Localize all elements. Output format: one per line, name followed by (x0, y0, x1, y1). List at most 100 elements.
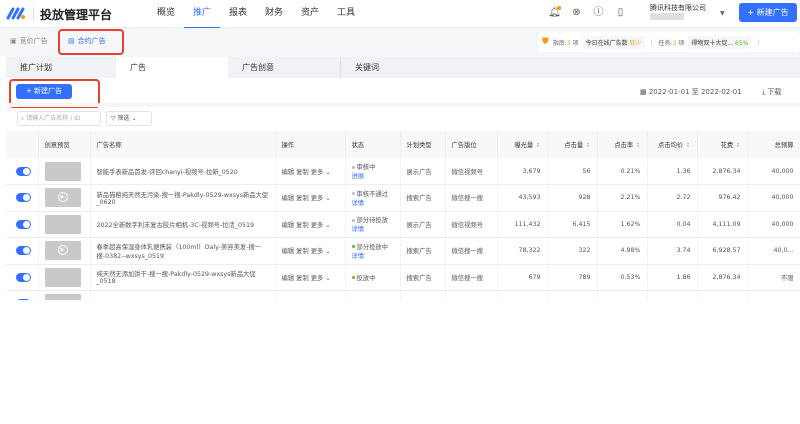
budget: 40,0... (747, 237, 800, 265)
creative-thumbnail[interactable]: ▶ (44, 188, 81, 208)
nav-tools[interactable]: 工具 (328, 0, 364, 29)
sort-icon[interactable]: ⇕ (583, 142, 590, 149)
more-dropdown[interactable]: 更多 ⌄ (311, 169, 331, 176)
sort-icon[interactable]: ⇕ (533, 142, 540, 149)
column-header: 计划类型 (400, 131, 446, 158)
sort-icon[interactable]: ⇕ (633, 142, 640, 149)
status-text: 审核不通过 (356, 190, 388, 198)
column-header: 广告版位 (445, 131, 498, 158)
tab-creatives[interactable]: 广告创意 (228, 57, 341, 78)
table-row: ▶ 春季超高保湿身体乳便携装（100ml）Oaly-美容美发-搜一搜-0382-… (6, 237, 800, 265)
promo-chip[interactable]: 得物双十大促... 65% (688, 35, 752, 49)
more-icon[interactable]: ⋮ (649, 39, 655, 46)
nav-reports[interactable]: 报表 (220, 0, 256, 29)
more-dropdown[interactable]: 更多 ⌄ (311, 222, 331, 229)
online-ads-chip[interactable]: 今日在线广告数 较少 (582, 35, 645, 49)
enable-toggle[interactable] (16, 166, 31, 176)
more-dropdown[interactable]: 更多 ⌄ (311, 248, 331, 255)
date-range-picker[interactable]: ▦ 2022-01-01 至 2022-02-01 (640, 87, 742, 97)
nav-promotion[interactable]: 推广 (184, 0, 220, 29)
exposure: 43,593 (497, 184, 548, 212)
main-nav: 概览 推广 报表 财务 资产 工具 (148, 0, 364, 29)
enable-toggle[interactable] (16, 193, 31, 203)
copy-link[interactable]: 复制 (296, 195, 309, 202)
cpc: 1.86 (647, 264, 698, 291)
status-link[interactable]: 详情 (352, 200, 365, 207)
cpc: 2.72 (647, 184, 698, 212)
chart-icon: ▣ (10, 37, 17, 45)
more-dropdown[interactable]: 更多 ⌄ (311, 195, 331, 202)
logo-icon (6, 7, 25, 20)
task-tip[interactable]: 任务:3 项 (659, 38, 685, 47)
tab-keywords[interactable]: 关键词 (341, 57, 451, 78)
ad-position: 微信搜一搜 (445, 184, 498, 212)
ad-name[interactable]: 2022全新数字利末复古胶片相机-3C-视频号-拉活_0519 (90, 211, 276, 238)
column-header[interactable]: 点击量 ⇕ (547, 131, 598, 158)
exposure: 679 (497, 264, 548, 291)
header-new-ad-button[interactable]: + 新建广告 (739, 3, 797, 22)
ctr: 1.62% (597, 211, 648, 238)
ad-name[interactable]: 春季超高保湿身体乳便携装（100ml）Oaly-美容美发-搜一搜-0382--w… (90, 237, 276, 265)
divider (33, 7, 34, 20)
sort-icon[interactable]: ⇕ (683, 142, 690, 149)
clicks: 56 (547, 158, 598, 185)
status-dot (351, 276, 355, 280)
nav-finance[interactable]: 财务 (256, 0, 292, 29)
enable-toggle[interactable] (16, 219, 31, 229)
download-button[interactable]: ⤓ 下载 (762, 87, 781, 97)
guide-tip[interactable]: 指南:3 项 (553, 38, 579, 47)
phone-icon[interactable]: ▯ (614, 6, 627, 19)
ad-name[interactable]: 新品猫粮纯天然无污染-搜一搜-Pakdly-0529-wxsys新品大促_062… (90, 184, 276, 212)
edit-link[interactable]: 编辑 (282, 195, 295, 202)
creative-thumbnail[interactable] (44, 214, 81, 234)
creative-thumbnail[interactable]: ▶ (44, 241, 81, 261)
chevron-down-icon[interactable]: ▼ (720, 10, 725, 17)
column-header[interactable]: 点击均价 ⇕ (647, 131, 698, 158)
status-dot (351, 192, 355, 196)
calendar-icon: ▦ (640, 88, 649, 96)
copy-link[interactable]: 复制 (296, 169, 309, 176)
ad-name[interactable]: 智能手表新品首发-评回chanyi-视频号-拉新_0520 (90, 158, 276, 185)
edit-link[interactable]: 编辑 (282, 169, 295, 176)
bell-icon[interactable]: 🔔︎ (548, 6, 561, 19)
enable-toggle[interactable] (16, 272, 31, 282)
copy-link[interactable]: 复制 (296, 248, 309, 255)
column-header[interactable]: 曝光量 ⇕ (497, 131, 548, 158)
copy-link[interactable]: 复制 (296, 222, 309, 229)
status-link[interactable]: 进展 (352, 173, 365, 180)
sort-icon[interactable]: ⇕ (733, 142, 740, 149)
tab-plans[interactable]: 推广计划 (6, 57, 116, 78)
copy-link[interactable]: 复制 (296, 275, 309, 282)
column-header: 总预算 (747, 131, 800, 158)
company-name[interactable]: 腾讯科技有限公司 (650, 3, 706, 13)
filter-button[interactable]: ▽ 筛选 ⌄ (106, 111, 152, 126)
column-header[interactable]: 花费 ⇕ (697, 131, 748, 158)
nav-assets[interactable]: 资产 (292, 0, 328, 29)
help-icon[interactable]: ⓘ (592, 6, 605, 19)
spend: 2,876.34 (697, 158, 748, 185)
ad-name[interactable]: 纯天然无添加饼干-搜一搜-Pakdly-0529-wxsys新品大促_0518 (90, 264, 276, 291)
status-link[interactable]: 详情 (352, 226, 365, 233)
budget: 40,000 (747, 158, 800, 185)
app-title: 投放管理平台 (40, 8, 113, 22)
yen-icon[interactable]: ⊗ (570, 6, 583, 19)
table-header: 创意预览 广告名称 操作 状态 计划类型 广告版位 曝光量 ⇕ 点击量 ⇕ 点击率 ⇕ 点击均价 … (6, 131, 800, 158)
status-link[interactable]: 详情 (352, 253, 365, 260)
nav-overview[interactable]: 概览 (148, 0, 184, 29)
ad-position: 微信视频号 (445, 211, 498, 238)
edit-link[interactable]: 编辑 (282, 222, 295, 229)
enable-toggle[interactable] (16, 246, 31, 256)
subtab-bidding[interactable]: ▣ 竞价广告 (10, 36, 48, 46)
budget: 40,000 (747, 211, 800, 238)
search-input[interactable]: ⌕ 请输入广告名称 / ID (17, 111, 101, 126)
creative-thumbnail[interactable] (44, 161, 81, 181)
spend: 4,111.09 (697, 211, 748, 238)
edit-link[interactable]: 编辑 (282, 248, 295, 255)
status-text: 投放中 (356, 274, 376, 282)
column-header[interactable]: 点击率 ⇕ (597, 131, 648, 158)
more-icon[interactable]: ⋮ (755, 39, 761, 46)
edit-link[interactable]: 编辑 (282, 275, 295, 282)
tab-ads[interactable]: 广告 (116, 57, 228, 78)
more-dropdown[interactable]: 更多 ⌄ (311, 275, 331, 282)
creative-thumbnail[interactable] (44, 267, 81, 287)
